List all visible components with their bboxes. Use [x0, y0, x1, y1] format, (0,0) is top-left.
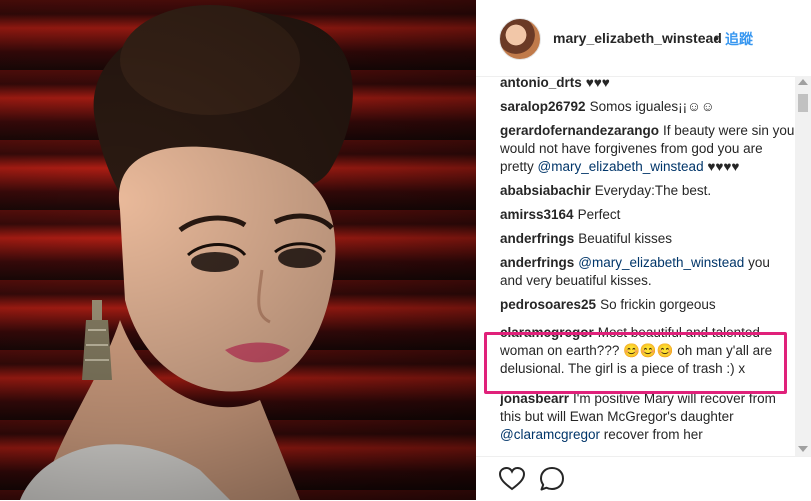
comment-item: saralop26792 Somos iguales¡¡☺☺: [500, 98, 795, 116]
comments-scrollbar[interactable]: [795, 76, 811, 456]
comment-item: ababsiabachir Everyday:The best.: [500, 182, 795, 200]
comment-username[interactable]: anderfrings: [500, 231, 574, 246]
comment-username[interactable]: saralop26792: [500, 99, 586, 114]
avatar[interactable]: [499, 18, 541, 60]
comment-text: ♥♥♥: [585, 75, 610, 90]
post-header: mary_elizabeth_winstead • 追蹤: [476, 0, 811, 77]
comment-username[interactable]: ababsiabachir: [500, 183, 591, 198]
portrait-illustration: [20, 5, 353, 500]
comment-text: Everyday:The best.: [594, 183, 712, 198]
comment-mention[interactable]: @claramcgregor: [500, 427, 600, 442]
comment-username[interactable]: pedrosoares25: [500, 297, 596, 312]
header-username[interactable]: mary_elizabeth_winstead: [553, 30, 722, 46]
comments-list: antonio_drts ♥♥♥ saralop26792 Somos iguale…: [500, 74, 795, 456]
post-actions-bar: [476, 456, 811, 501]
comment-text: So frickin gorgeous: [600, 297, 716, 312]
post-side-panel: mary_elizabeth_winstead • 追蹤 antonio_drt…: [476, 0, 811, 500]
comment-item: anderfrings @mary_elizabeth_winstead you …: [500, 254, 795, 290]
comment-username[interactable]: gerardofernandezarango: [500, 123, 659, 138]
heart-icon[interactable]: [498, 465, 526, 493]
comment-item: gerardofernandezarango If beauty were sin…: [500, 122, 795, 176]
comment-username[interactable]: anderfrings: [500, 255, 574, 270]
follow-button[interactable]: 追蹤: [725, 29, 753, 49]
post-photo[interactable]: [0, 0, 476, 500]
comment-username[interactable]: amirss3164: [500, 207, 574, 222]
comment-mention[interactable]: @mary_elizabeth_winstead: [538, 159, 704, 174]
comment-item: antonio_drts ♥♥♥: [500, 74, 795, 92]
comment-username[interactable]: antonio_drts: [500, 75, 582, 90]
speech-bubble-icon[interactable]: [538, 465, 566, 493]
comment-item: pedrosoares25 So frickin gorgeous: [500, 296, 795, 314]
comment-mention[interactable]: @mary_elizabeth_winstead: [578, 255, 744, 270]
comment-item: anderfrings Beuatiful kisses: [500, 230, 795, 248]
comment-text-after: recover from her: [599, 427, 703, 442]
comment-text: Somos iguales¡¡☺☺: [589, 99, 715, 114]
scroll-up-arrow-icon[interactable]: [798, 79, 808, 85]
header-separator: •: [714, 30, 719, 46]
comment-item: amirss3164 Perfect: [500, 206, 795, 224]
scroll-down-arrow-icon[interactable]: [798, 446, 808, 452]
comment-text: Beuatiful kisses: [578, 231, 673, 246]
scrollbar-thumb[interactable]: [798, 94, 808, 112]
highlight-box: [484, 332, 787, 394]
comment-text-after: ♥♥♥♥: [703, 159, 740, 174]
comment-text: Perfect: [577, 207, 621, 222]
